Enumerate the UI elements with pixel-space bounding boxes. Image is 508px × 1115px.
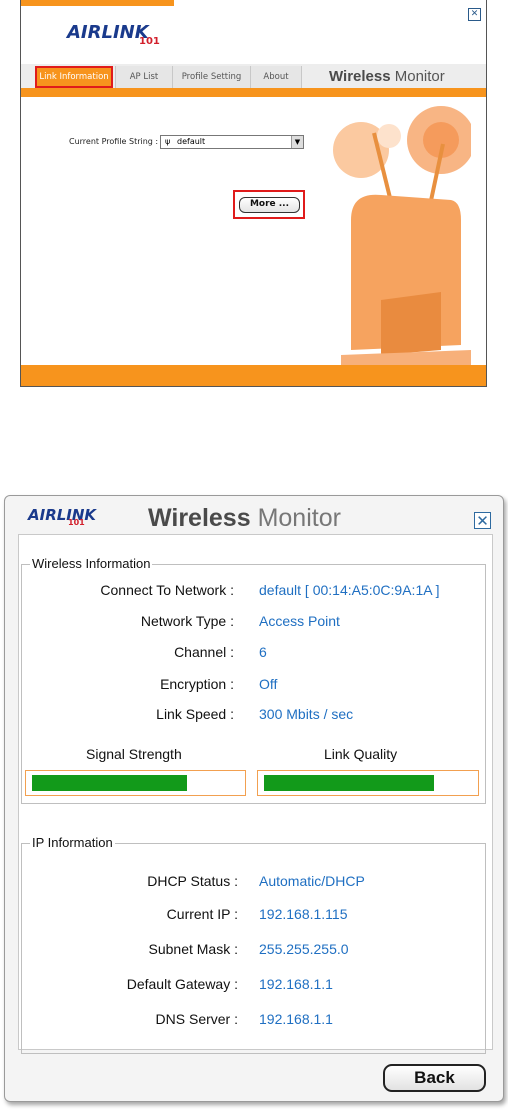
dns-server-value: 192.168.1.1 [259, 1011, 333, 1027]
tab-profile-setting[interactable]: Profile Setting [172, 66, 250, 88]
header-accent-bar [21, 0, 174, 6]
default-gateway-value: 192.168.1.1 [259, 976, 333, 992]
logo-number-small: 101 [68, 518, 85, 527]
link-information-window: ✕ AIRLINK 101 Link Information AP List P… [20, 0, 487, 387]
encryption-label: Encryption : [160, 676, 234, 692]
window-title-light: Monitor [257, 504, 341, 532]
dhcp-status-value: Automatic/DHCP [259, 873, 365, 889]
dhcp-status-label: DHCP Status : [147, 873, 238, 889]
link-quality-fill [264, 775, 434, 791]
app-title-light: Monitor [394, 68, 445, 85]
logo-brand-small: AIRLINK [28, 506, 97, 524]
tab-underline-strip [21, 88, 486, 97]
app-title: Wireless Monitor [329, 68, 445, 85]
link-speed-label: Link Speed : [156, 706, 234, 722]
app-title-bold: Wireless [329, 68, 391, 85]
close-icon[interactable]: ✕ [468, 8, 481, 21]
signal-strength-fill [32, 775, 187, 791]
subnet-mask-label: Subnet Mask : [148, 941, 239, 957]
channel-label: Channel : [174, 644, 234, 660]
profile-string-label: Current Profile String : [69, 137, 159, 146]
window-title: Wireless Monitor [148, 504, 341, 533]
link-speed-value: 300 Mbits / sec [259, 706, 354, 722]
back-button[interactable]: Back [383, 1064, 486, 1092]
dropdown-arrow-icon[interactable]: ▼ [291, 136, 303, 148]
window-title-bold: Wireless [148, 504, 251, 532]
antenna-icon: ψ [165, 137, 171, 146]
ip-information-legend: IP Information [30, 835, 115, 850]
encryption-value: Off [259, 676, 278, 692]
dns-server-label: DNS Server : [155, 1011, 238, 1027]
wireless-information-legend: Wireless Information [30, 556, 153, 571]
connect-network-label: Connect To Network : [100, 582, 234, 598]
current-ip-label: Current IP : [166, 906, 238, 922]
signal-strength-label: Signal Strength [86, 746, 182, 762]
network-type-label: Network Type : [140, 613, 234, 629]
signal-strength-meter [25, 770, 246, 796]
close-icon[interactable]: ✕ [474, 512, 491, 529]
logo-brand: AIRLINK [67, 22, 149, 43]
tab-ap-list[interactable]: AP List [115, 66, 172, 88]
logo-number: 101 [139, 36, 160, 47]
current-ip-value: 192.168.1.115 [259, 906, 348, 922]
tab-about[interactable]: About [250, 66, 302, 88]
connect-network-value: default [ 00:14:A5:0C:9A:1A ] [259, 582, 440, 598]
profile-string-select[interactable]: ψ default ▼ [160, 135, 304, 149]
link-quality-meter [257, 770, 479, 796]
footer-accent-bar [21, 365, 486, 386]
router-illustration [333, 106, 471, 365]
profile-string-value: default [177, 137, 206, 146]
link-quality-label: Link Quality [324, 746, 398, 762]
tab-link-information[interactable]: Link Information [35, 66, 113, 88]
airlink-logo: AIRLINK 101 [67, 22, 160, 47]
default-gateway-label: Default Gateway : [126, 976, 238, 992]
network-type-value: Access Point [259, 613, 340, 629]
subnet-mask-value: 255.255.255.0 [259, 941, 349, 957]
channel-value: 6 [259, 644, 267, 660]
more-button[interactable]: More ... [239, 197, 300, 213]
airlink-logo-small: AIRLINK 101 [28, 506, 97, 527]
